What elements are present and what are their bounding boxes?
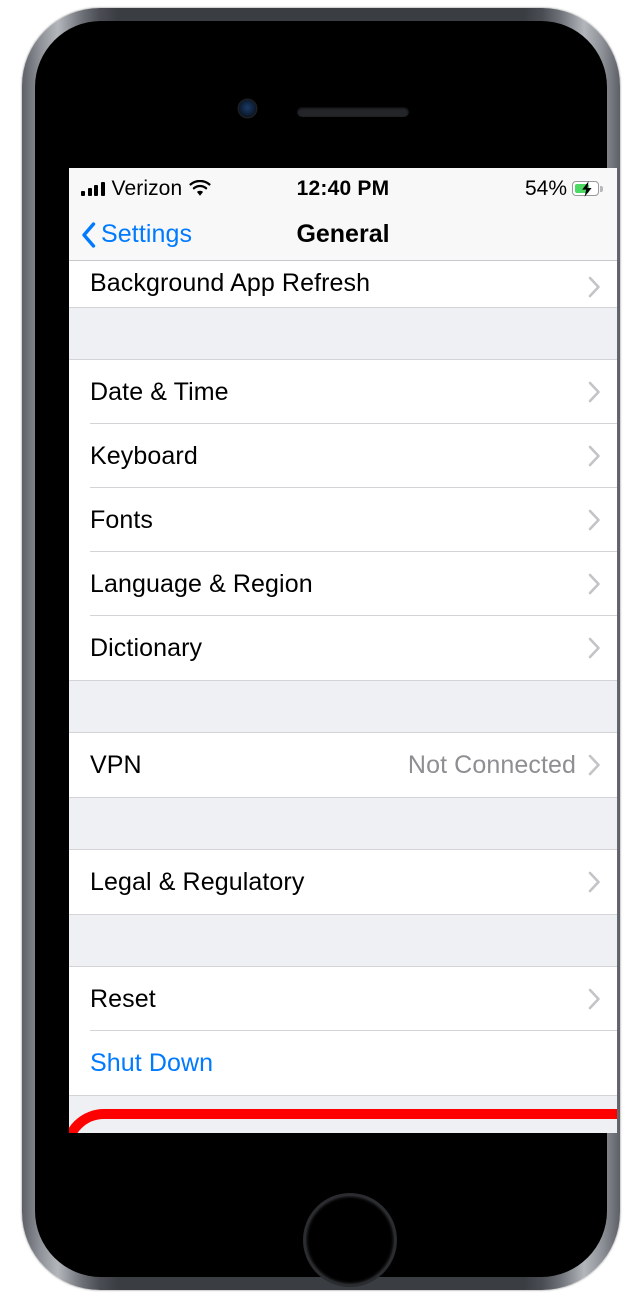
settings-group: Legal & Regulatory bbox=[69, 850, 617, 914]
carrier-name: Verizon bbox=[111, 176, 183, 200]
settings-row-language-region[interactable]: Language & Region bbox=[69, 552, 617, 616]
settings-row-label: Legal & Regulatory bbox=[90, 867, 305, 896]
settings-row-label: Dictionary bbox=[90, 633, 203, 662]
section-gap bbox=[69, 914, 617, 967]
section-gap bbox=[69, 307, 617, 360]
settings-row-value: Not Connected bbox=[407, 750, 576, 779]
back-button[interactable]: Settings bbox=[81, 220, 192, 249]
home-button[interactable] bbox=[303, 1193, 397, 1287]
phone-screen: Verizon 12:40 PM 54% Settings General Ba… bbox=[69, 168, 617, 1133]
settings-row-fonts[interactable]: Fonts bbox=[69, 488, 617, 552]
settings-group: Background App Refresh bbox=[69, 261, 617, 307]
settings-row-keyboard[interactable]: Keyboard bbox=[69, 424, 617, 488]
settings-group: Date & Time Keyboard Fonts Language & Re… bbox=[69, 360, 617, 680]
wifi-icon bbox=[189, 180, 211, 196]
settings-group: Reset Shut Down bbox=[69, 967, 617, 1095]
phone-device-frame: Verizon 12:40 PM 54% Settings General Ba… bbox=[22, 8, 620, 1290]
chevron-right-icon bbox=[588, 637, 601, 659]
chevron-right-icon bbox=[588, 573, 601, 595]
status-bar-right: 54% bbox=[525, 177, 603, 201]
chevron-right-icon bbox=[588, 445, 601, 467]
settings-row-label: Fonts bbox=[90, 505, 154, 534]
navigation-bar: Settings General bbox=[69, 209, 617, 261]
battery-charging-icon bbox=[572, 180, 603, 197]
settings-row-background-app-refresh[interactable]: Background App Refresh bbox=[69, 261, 617, 307]
settings-row-label: Keyboard bbox=[90, 441, 198, 470]
front-camera-icon bbox=[239, 100, 256, 117]
settings-row-label: Date & Time bbox=[90, 377, 229, 406]
settings-row-label: Shut Down bbox=[90, 1048, 214, 1077]
settings-row-label: Language & Region bbox=[90, 569, 313, 598]
settings-row-label: Reset bbox=[90, 984, 156, 1013]
section-gap bbox=[69, 680, 617, 733]
chevron-right-icon bbox=[588, 871, 601, 893]
settings-row-reset[interactable]: Reset bbox=[69, 967, 617, 1031]
earpiece-speaker bbox=[297, 107, 409, 117]
settings-row-dictionary[interactable]: Dictionary bbox=[69, 616, 617, 680]
settings-list: Background App Refresh Date & Time Keybo… bbox=[69, 261, 617, 1133]
settings-row-label: Background App Refresh bbox=[90, 269, 371, 297]
status-bar-left: Verizon bbox=[81, 177, 211, 201]
list-bottom-gap bbox=[69, 1095, 617, 1133]
signal-bars-icon bbox=[81, 181, 105, 196]
settings-row-vpn[interactable]: VPN Not Connected bbox=[69, 733, 617, 797]
battery-percent-label: 54% bbox=[524, 176, 567, 200]
back-button-label: Settings bbox=[101, 220, 193, 248]
settings-row-legal-regulatory[interactable]: Legal & Regulatory bbox=[69, 850, 617, 914]
chevron-right-icon bbox=[588, 276, 601, 298]
settings-row-date-time[interactable]: Date & Time bbox=[69, 360, 617, 424]
status-bar: Verizon 12:40 PM 54% bbox=[69, 168, 617, 209]
chevron-left-icon bbox=[82, 221, 96, 248]
chevron-right-icon bbox=[588, 381, 601, 403]
chevron-right-icon bbox=[588, 988, 601, 1010]
settings-group: VPN Not Connected bbox=[69, 733, 617, 797]
settings-row-label: VPN bbox=[90, 750, 142, 779]
section-gap bbox=[69, 797, 617, 850]
chevron-right-icon bbox=[588, 509, 601, 531]
settings-row-shut-down[interactable]: Shut Down bbox=[69, 1031, 617, 1095]
chevron-right-icon bbox=[588, 754, 601, 776]
